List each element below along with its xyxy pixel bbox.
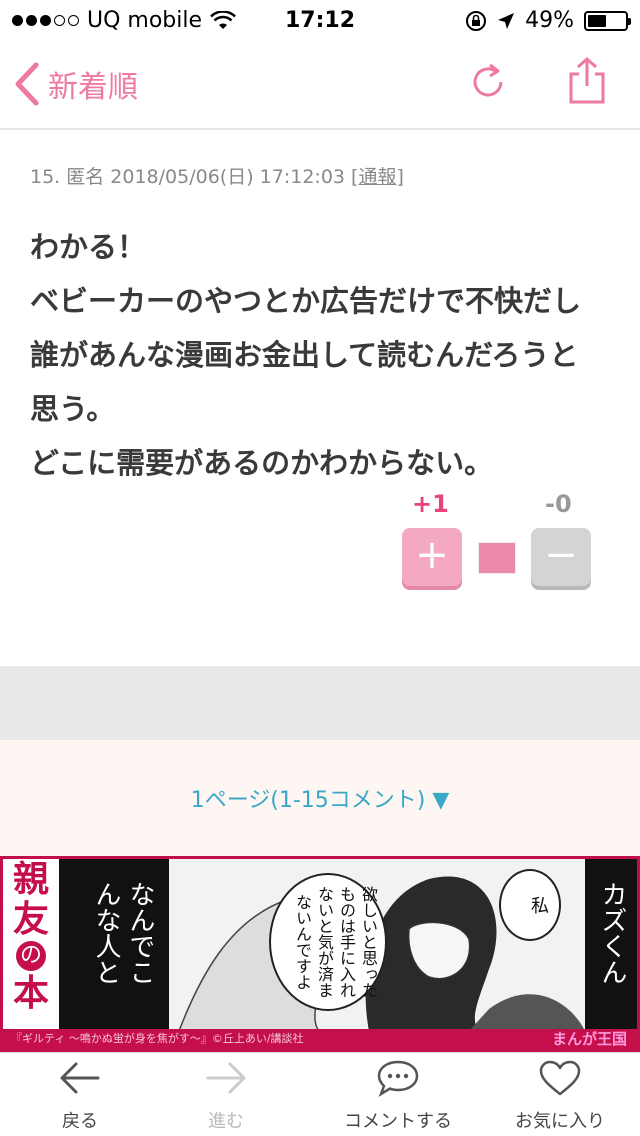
ad-title-char: 本 bbox=[12, 972, 49, 1014]
location-arrow-icon bbox=[498, 12, 515, 29]
comment-line: ベビーカーのやつとか広告だけで不快だし bbox=[30, 284, 582, 318]
comment-meta: 15. 匿名 2018/05/06(日) 17:12:03 [通報] bbox=[30, 162, 404, 189]
toolbar-comment-label: コメントする bbox=[344, 1111, 452, 1132]
pager-section: 1ページ(1-15コメント) ▼ bbox=[0, 740, 640, 856]
navigation-bar: 新着順 bbox=[0, 40, 640, 130]
section-divider bbox=[0, 666, 640, 740]
refresh-icon[interactable] bbox=[468, 60, 508, 104]
arrow-right-icon bbox=[206, 1062, 246, 1094]
orientation-lock-icon bbox=[466, 10, 487, 31]
minus-vote-button[interactable]: − bbox=[531, 528, 591, 586]
share-icon[interactable] bbox=[566, 56, 608, 106]
arrow-left-icon bbox=[60, 1062, 100, 1094]
ad-title-char: 友 bbox=[12, 898, 49, 940]
comment-line: わかる！ bbox=[30, 230, 147, 264]
toolbar-back-button[interactable]: 戻る bbox=[0, 1053, 160, 1136]
chevron-left-icon bbox=[15, 62, 39, 106]
battery-percent: 49% bbox=[525, 8, 574, 33]
comment-line: 思う。 bbox=[30, 392, 116, 426]
minus-count: -0 bbox=[545, 490, 572, 518]
ad-right-text: カズくん bbox=[585, 859, 637, 1031]
manga-ad-banner[interactable]: 親 友 の 本 なんでこんな人と 欲しいと思ったものは手に入れないと気が済まない… bbox=[0, 856, 640, 1052]
back-to-list-button[interactable]: 新着順 bbox=[14, 62, 138, 106]
bottom-toolbar: 戻る 進む コメントする お気に入り bbox=[0, 1052, 640, 1136]
speech-bubble: 欲しいと思ったものは手に入れないと気が済まないんですよ bbox=[269, 873, 387, 1011]
comment-body: わかる！ ベビーカーのやつとか広告だけで不快だし 誰があんな漫画お金出して読むん… bbox=[30, 220, 610, 490]
comment-line: 誰があんな漫画お金出して読むんだろうと bbox=[30, 338, 579, 372]
comment-line: どこに需要があるのかわからない。 bbox=[30, 446, 494, 480]
plus-count: +1 bbox=[412, 490, 449, 518]
ad-caption: 『ギルティ ～鳴かぬ蛍が身を焦がす～』©丘上あい/講談社 まんが王国 bbox=[3, 1029, 637, 1049]
toolbar-favorite-button[interactable]: お気に入り bbox=[480, 1053, 640, 1136]
battery-icon bbox=[584, 10, 631, 31]
meta-bracket: ] bbox=[396, 166, 404, 188]
toolbar-comment-button[interactable]: コメントする bbox=[318, 1053, 478, 1136]
speech-bubble-small: 私 bbox=[499, 869, 561, 941]
back-button-label: 新着順 bbox=[48, 70, 138, 105]
ad-title: 親 友 の 本 bbox=[3, 859, 59, 1031]
plus-vote-button[interactable]: + bbox=[402, 528, 462, 586]
toolbar-back-label: 戻る bbox=[62, 1111, 98, 1132]
battery-level bbox=[588, 14, 606, 27]
heart-icon bbox=[539, 1060, 581, 1096]
status-right: 49% bbox=[465, 8, 631, 33]
ad-manga-panel: 欲しいと思ったものは手に入れないと気が済まないんですよ 私 bbox=[169, 859, 585, 1031]
ad-copyright: 『ギルティ ～鳴かぬ蛍が身を焦がす～』©丘上あい/講談社 bbox=[11, 1032, 304, 1045]
speech-bubble-icon bbox=[377, 1060, 419, 1097]
ad-left-text: なんでこんな人と bbox=[59, 859, 169, 1031]
toolbar-favorite-label: お気に入り bbox=[515, 1111, 605, 1132]
vote-ratio-fill bbox=[479, 543, 515, 573]
ad-title-char: 親 bbox=[12, 858, 49, 900]
vote-ratio-bar bbox=[478, 542, 516, 574]
status-bar: UQ mobile 17:12 49% bbox=[0, 0, 640, 40]
page-selector[interactable]: 1ページ(1-15コメント) ▼ bbox=[0, 782, 640, 814]
comment-number-date: 15. 匿名 2018/05/06(日) 17:12:03 [ bbox=[30, 166, 359, 188]
toolbar-forward-button[interactable]: 進む bbox=[146, 1053, 306, 1136]
report-link[interactable]: 通報 bbox=[358, 166, 396, 188]
vote-area: +1 -0 + − bbox=[400, 490, 600, 590]
ad-title-char: の bbox=[16, 941, 46, 971]
toolbar-forward-label: 進む bbox=[208, 1111, 244, 1132]
ad-brand-logo: まんが王国 bbox=[551, 1030, 627, 1048]
